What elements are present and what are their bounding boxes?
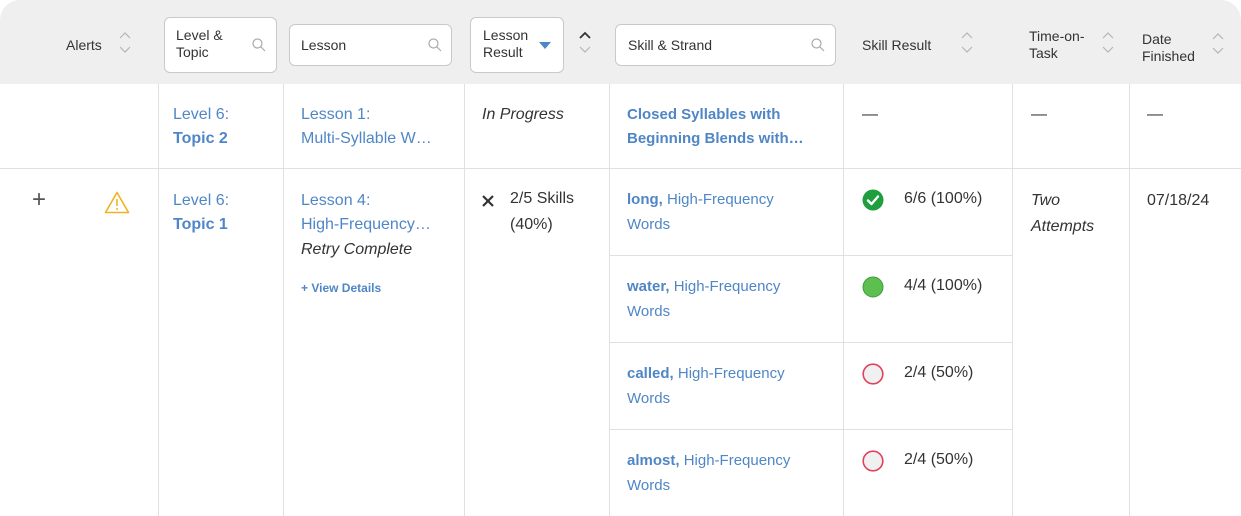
skill-link[interactable]: called, High-Frequency [627,361,785,386]
skill-strand-link[interactable]: Words [627,212,670,237]
skill-strand-link[interactable]: Words [627,299,670,324]
skill-strand-filter[interactable]: Skill & Strand [615,24,836,66]
time-on-task-value-1: Two [1031,192,1061,209]
view-details-link[interactable]: + View Details [301,278,381,298]
lesson-label: Lesson [301,37,347,53]
check-circle-icon [862,189,884,211]
lesson-result-label-2: Result [483,44,523,60]
lesson-link-1[interactable]: Lesson 4: [301,189,370,213]
lesson-result-dropdown[interactable]: Lesson Result [470,17,564,73]
filled-circle-icon [862,276,884,298]
lesson-result-score: 2/5 Skills [510,190,575,207]
row-divider [609,255,1013,256]
column-divider [609,84,610,516]
sort-icon[interactable] [1102,30,1114,56]
date-finished-label-1: Date [1142,31,1172,47]
time-on-task-value-2: Attempts [1031,218,1095,235]
level-link[interactable]: Level 6: [173,189,229,213]
caret-down-icon[interactable] [538,41,552,50]
skill-link[interactable]: long, High-Frequency [627,187,774,212]
lesson-result-percent: (40%) [510,216,553,233]
skill-result-value: 2/4 (50%) [904,451,974,468]
skill-link[interactable]: water, High-Frequency [627,274,780,299]
date-finished-empty: — [1147,106,1163,123]
sort-icon[interactable] [1212,31,1224,57]
level-topic-label-1: Level & [176,27,223,43]
time-on-task-label-1: Time-on- [1029,28,1085,44]
skill-strand-link[interactable]: Words [627,386,670,411]
search-icon[interactable] [428,38,442,52]
search-icon[interactable] [811,38,825,52]
lesson-result-label-1: Lesson [483,27,529,43]
expand-row-button[interactable]: + [32,186,46,214]
column-divider [283,84,284,516]
level-topic-filter[interactable]: Level & Topic [164,17,277,73]
search-icon[interactable] [252,38,266,52]
lesson-status: Retry Complete [301,241,413,258]
skill-result-value: 4/4 (100%) [904,277,983,294]
column-divider [843,84,844,516]
row-divider [609,429,1013,430]
column-divider [464,84,465,516]
skill-strand-link[interactable]: Words [627,473,670,498]
empty-circle-icon [862,363,884,385]
date-finished-value: 07/18/24 [1147,192,1210,209]
skill-result-header-label: Skill Result [862,37,932,53]
sort-icon[interactable] [579,30,591,56]
column-divider [1012,84,1013,516]
lesson-filter[interactable]: Lesson [289,24,452,66]
topic-link[interactable]: Topic 2 [173,127,228,151]
skill-link-1[interactable]: Closed Syllables with [627,103,780,127]
alerts-header-label: Alerts [66,37,102,53]
time-on-task-label-2: Task [1029,45,1058,61]
skill-result-value: 6/6 (100%) [904,190,983,207]
empty-circle-icon [862,450,884,472]
skill-strand-label: Skill & Strand [628,37,713,53]
results-table: Alerts Level & Topic Lesson Lesson Resul… [0,0,1241,516]
date-finished-label-2: Finished [1142,48,1195,64]
lesson-link-1[interactable]: Lesson 1: [301,103,370,127]
level-link[interactable]: Level 6: [173,103,229,127]
sort-icon[interactable] [119,30,131,56]
warning-icon [104,191,130,214]
topic-link[interactable]: Topic 1 [173,213,228,237]
x-icon [482,195,494,207]
skill-link-2[interactable]: Beginning Blends with… [627,127,804,151]
column-divider [1129,84,1130,516]
column-divider [158,84,159,516]
time-on-task-empty: — [1031,106,1047,123]
skill-result-empty: — [862,106,878,123]
skill-link[interactable]: almost, High-Frequency [627,448,790,473]
sort-icon[interactable] [961,30,973,56]
lesson-link-2[interactable]: Multi-Syllable W… [301,127,432,151]
lesson-link-2[interactable]: High-Frequency… [301,213,431,237]
skill-result-value: 2/4 (50%) [904,364,974,381]
row-divider [609,342,1013,343]
level-topic-label-2: Topic [176,44,209,60]
row-divider [0,168,1241,169]
lesson-result-text: In Progress [482,106,564,123]
